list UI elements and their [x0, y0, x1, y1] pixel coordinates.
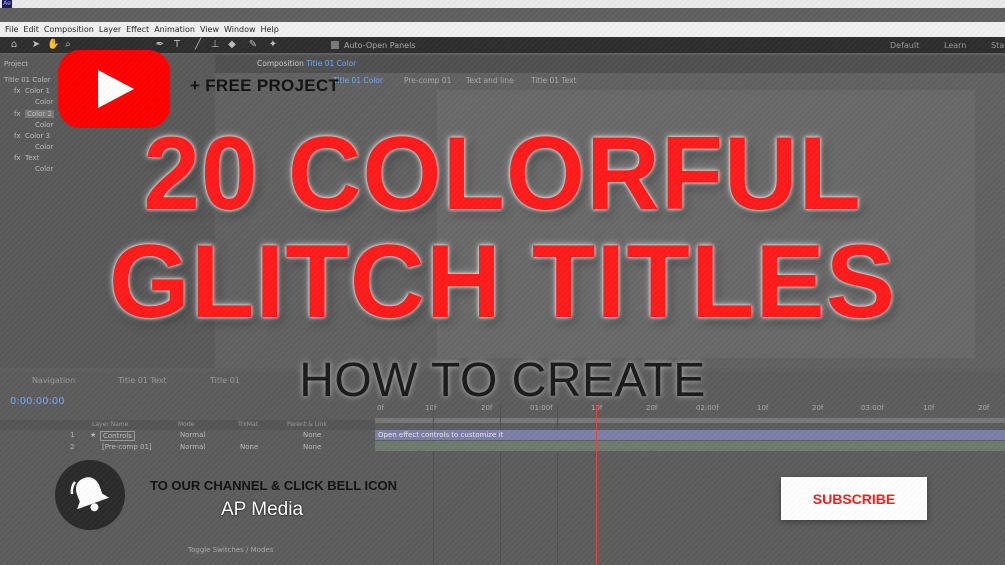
menu-layer[interactable]: Layer	[99, 25, 121, 34]
workspace-learn[interactable]: Learn	[944, 41, 966, 50]
menu-window[interactable]: Window	[224, 25, 256, 34]
tab-pre-comp-01[interactable]: Pre-comp 01	[404, 76, 451, 85]
layer-columns-header: Layer Name Mode TrkMat Parent & Link	[0, 420, 375, 430]
composition-title-prefix: Composition	[257, 59, 304, 68]
pen-icon[interactable]: ✒	[155, 40, 165, 50]
layer-track-bar[interactable]	[375, 441, 1005, 451]
subheadline: HOW TO CREATE	[299, 354, 706, 407]
playhead[interactable]	[596, 404, 597, 565]
headline-line-1: 20 COLORFUL	[143, 116, 862, 232]
tab-title-01-color[interactable]: Title 01 Color	[333, 76, 383, 85]
col-parent: Parent & Link	[287, 421, 327, 428]
menu-composition[interactable]: Composition	[44, 25, 94, 34]
roto-brush-icon[interactable]: ✎	[248, 40, 258, 50]
composition-title-name: Title 01 Color	[306, 59, 357, 68]
composition-title: Composition Title 01 Color	[257, 59, 356, 68]
stamp-icon[interactable]: ⊥	[210, 40, 220, 50]
grid-line	[557, 404, 558, 565]
headline-line-2: GLITCH TITLES	[108, 224, 897, 340]
eraser-icon[interactable]: ◆	[227, 40, 237, 50]
menu-help[interactable]: Help	[261, 25, 279, 34]
workspace-standard[interactable]: Stan	[991, 41, 1005, 50]
free-project-label: + FREE PROJECT	[190, 76, 340, 95]
star-icon: ★	[90, 431, 97, 439]
menu-view[interactable]: View	[200, 25, 219, 34]
effect-color-1[interactable]: Color 1	[25, 87, 50, 95]
tab-text-and-line[interactable]: Text and line	[466, 76, 514, 85]
tab-title-01-text[interactable]: Title 01 Text	[531, 76, 577, 85]
layer-number: 1	[70, 431, 75, 439]
effect-color-2[interactable]: Color 2	[25, 110, 54, 118]
menu-animation[interactable]: Animation	[154, 25, 195, 34]
layer-number: 2	[70, 443, 75, 451]
menu-effect[interactable]: Effect	[126, 25, 149, 34]
menu-file[interactable]: File	[5, 25, 18, 34]
layer-mode[interactable]: Normal	[180, 443, 205, 451]
grid-line	[433, 404, 434, 565]
bell-icon	[70, 477, 110, 512]
layer-row[interactable]: 2 [Pre-comp 01] Normal None None	[0, 443, 375, 454]
col-mode: Mode	[178, 421, 195, 428]
grid-line	[500, 404, 501, 565]
title-bar	[0, 0, 1005, 8]
layer-track-label: Open effect controls to customize it	[378, 431, 504, 439]
channel-cta: TO OUR CHANNEL & CLICK BELL ICON	[150, 478, 398, 493]
zoom-icon[interactable]: ⌕	[63, 40, 73, 50]
effect-color-1-param: Color	[35, 98, 54, 106]
brush-icon[interactable]: ╱	[193, 40, 203, 50]
app-icon: Ae	[2, 0, 12, 8]
workspace-default[interactable]: Default	[890, 41, 919, 50]
layer-name[interactable]: Controls	[100, 431, 135, 441]
channel-name: AP Media	[221, 499, 304, 520]
effect-controls-header: Title 01 Color	[4, 76, 51, 84]
headline: 20 COLORFUL GLITCH TITLES	[0, 122, 1005, 334]
layer-row[interactable]: 1 ★ Controls Normal None	[0, 431, 375, 442]
work-area-bar[interactable]	[375, 418, 1005, 423]
toggle-switches-modes[interactable]: Toggle Switches / Modes	[188, 546, 273, 554]
fx-icon: fx	[14, 110, 21, 118]
layer-mode[interactable]: Normal	[180, 431, 205, 439]
auto-open-checkbox[interactable]	[331, 41, 339, 49]
layer-name[interactable]: [Pre-comp 01]	[102, 443, 152, 451]
layer-trkmat[interactable]: None	[240, 443, 258, 451]
type-icon[interactable]: T	[172, 40, 182, 50]
col-layer-name: Layer Name	[92, 421, 129, 428]
puppet-icon[interactable]: ✦	[268, 40, 278, 50]
layer-parent[interactable]: None	[303, 431, 321, 439]
col-trkmat: TrkMat	[238, 421, 258, 428]
home-icon[interactable]: ⌂	[9, 40, 19, 50]
play-triangle-icon	[98, 70, 134, 108]
auto-open-label: Auto-Open Panels	[344, 41, 416, 50]
hand-icon[interactable]: ✋	[47, 40, 59, 50]
fx-icon: fx	[14, 87, 21, 95]
subscribe-button[interactable]: SUBSCRIBE	[781, 477, 927, 520]
selection-arrow-icon[interactable]: ➤	[31, 40, 41, 50]
layer-parent[interactable]: None	[303, 443, 321, 451]
menu-bar: File Edit Composition Layer Effect Anima…	[0, 22, 1005, 37]
project-tab[interactable]: Project	[4, 60, 28, 68]
menu-edit[interactable]: Edit	[23, 25, 39, 34]
